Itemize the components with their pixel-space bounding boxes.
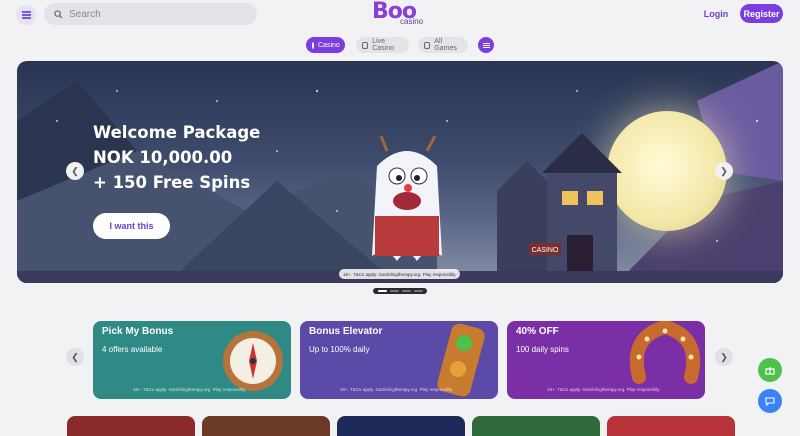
chevron-left-icon: ❮ <box>71 351 79 362</box>
promo-title: Pick My Bonus <box>102 326 174 337</box>
search-icon <box>54 9 63 19</box>
hero-next-button[interactable]: ❯ <box>715 162 733 180</box>
game-thumbnail[interactable] <box>202 416 330 436</box>
promo-subtitle: 4 offers available <box>102 345 163 354</box>
game-thumbnail[interactable] <box>67 416 195 436</box>
filter-icon <box>482 44 490 46</box>
promo-card-bonus-elevator[interactable]: Bonus Elevator Up to 100% daily 18+. T&C… <box>300 321 498 399</box>
hero-line-2: NOK 10,000.00 <box>93 148 233 167</box>
ghost-mascot-image <box>372 136 442 261</box>
promo-subtitle: 100 daily spins <box>516 345 569 354</box>
tab-all-games[interactable]: All Games <box>418 37 468 53</box>
chat-button[interactable] <box>758 389 782 413</box>
tab-label: Casino <box>318 41 340 49</box>
promo-disclaimer: 18+. T&Cs apply. Gamblingtherapy.org. Pl… <box>547 387 661 392</box>
promo-card-pick-my-bonus[interactable]: Pick My Bonus 4 offers available 18+. T&… <box>93 321 291 399</box>
casino-chip-icon <box>312 41 314 49</box>
hamburger-icon <box>21 14 31 16</box>
chevron-right-icon: ❯ <box>720 351 728 362</box>
logo-subtext: casino <box>400 17 424 26</box>
tab-casino[interactable]: Casino <box>306 37 345 53</box>
promo-disclaimer: 18+. T&Cs apply. Gamblingtherapy.org. Pl… <box>340 387 454 392</box>
rewards-button[interactable] <box>758 358 782 382</box>
tab-label: Live Casino <box>372 38 394 52</box>
menu-button[interactable] <box>16 5 36 25</box>
gift-icon <box>765 367 775 375</box>
i-want-this-button[interactable]: I want this <box>93 213 170 239</box>
svg-text:CASINO: CASINO <box>532 247 559 254</box>
haunted-house-image: CASINO <box>497 133 622 271</box>
search-bar[interactable] <box>44 3 257 25</box>
register-button[interactable]: Register <box>740 4 783 23</box>
game-thumbnail[interactable] <box>337 416 465 436</box>
carousel-dot[interactable] <box>401 290 411 292</box>
promo-prev-button[interactable]: ❮ <box>66 348 84 366</box>
chevron-left-icon: ❮ <box>71 165 79 176</box>
tab-label: All Games <box>434 38 457 52</box>
filter-button[interactable] <box>478 37 494 53</box>
login-button[interactable]: Login <box>700 5 732 23</box>
hero-disclaimer: 18+. T&Cs apply. Gamblingtherapy.org. Pl… <box>339 269 461 279</box>
hero-headline: Welcome Package NOK 10,000.00 + 150 Free… <box>93 120 260 195</box>
game-thumbnail[interactable] <box>607 416 735 436</box>
hero-prev-button[interactable]: ❮ <box>66 162 84 180</box>
search-input[interactable] <box>69 8 239 20</box>
promo-card-40-off[interactable]: 40% OFF 100 daily spins 18+. T&Cs apply.… <box>507 321 705 399</box>
hero-line-1: Welcome Package <box>93 123 261 142</box>
top-bar: Boo casino Login Register <box>0 0 800 30</box>
promo-next-button[interactable]: ❯ <box>715 348 733 366</box>
grid-icon <box>424 41 431 49</box>
carousel-dot[interactable] <box>413 290 423 292</box>
chevron-right-icon: ❯ <box>720 165 728 176</box>
boo-casino-logo[interactable]: Boo casino <box>372 0 428 30</box>
compass-image <box>223 331 283 391</box>
carousel-dot[interactable] <box>389 290 399 292</box>
tv-icon <box>362 41 369 49</box>
carousel-dot[interactable] <box>377 290 387 292</box>
hero-line-3: + 150 Free Spins <box>93 173 251 192</box>
promo-title: 40% OFF <box>516 326 559 337</box>
game-thumbnail[interactable] <box>472 416 600 436</box>
chat-icon <box>765 397 775 406</box>
promo-disclaimer: 18+. T&Cs apply. Gamblingtherapy.org. Pl… <box>133 387 247 392</box>
tab-live-casino[interactable]: Live Casino <box>356 37 409 53</box>
promo-subtitle: Up to 100% daily <box>309 345 370 354</box>
carousel-indicators[interactable] <box>373 288 427 294</box>
hero-banner[interactable]: CASINO Welcome Package NOK 10,000.00 + 1… <box>17 61 783 283</box>
promo-title: Bonus Elevator <box>309 326 383 337</box>
